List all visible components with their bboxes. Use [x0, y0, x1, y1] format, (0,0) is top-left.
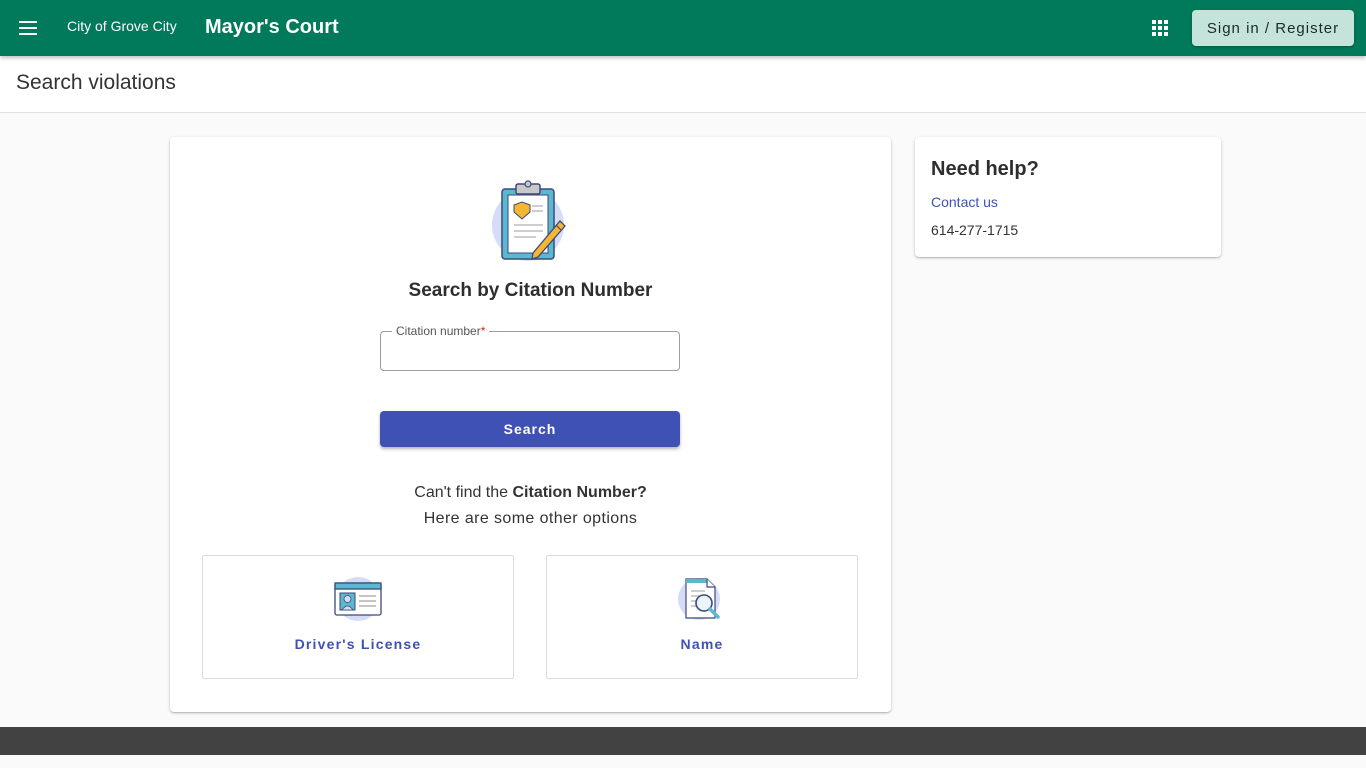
- citation-number-field: Citation number*: [380, 323, 680, 371]
- help-phone-number: 614-277-1715: [931, 222, 1019, 238]
- hamburger-menu-icon[interactable]: [16, 16, 40, 40]
- help-card: Need help? Contact us 614-277-1715: [915, 137, 1221, 257]
- sign-in-register-button[interactable]: Sign in / Register: [1192, 10, 1354, 46]
- help-title: Need help?: [931, 158, 1039, 180]
- search-heading: Search by Citation Number: [408, 280, 653, 301]
- id-card-icon: [334, 577, 382, 621]
- apps-grid-icon[interactable]: [1150, 18, 1170, 38]
- page-header: Search violations: [0, 56, 1366, 113]
- app-title[interactable]: Mayor's Court: [205, 16, 339, 39]
- option-name[interactable]: Name: [546, 555, 858, 679]
- citation-number-label: Citation number*: [392, 323, 490, 339]
- option-name-label: Name: [680, 636, 724, 652]
- alternatives-subtitle: Here are some other options: [423, 510, 638, 527]
- org-name[interactable]: City of Grove City: [67, 18, 177, 34]
- alternatives-prompt: Can't find the Citation Number?: [414, 484, 647, 501]
- page-title: Search violations: [16, 71, 176, 94]
- document-search-icon: [678, 578, 720, 620]
- option-drivers-license[interactable]: Driver's License: [202, 555, 514, 679]
- clipboard-pencil-icon: [492, 180, 566, 261]
- contact-us-link[interactable]: Contact us: [931, 194, 998, 210]
- required-asterisk: *: [480, 324, 486, 338]
- footer: [0, 727, 1366, 755]
- top-app-bar: City of Grove City Mayor's Court Sign in…: [0, 0, 1366, 56]
- option-drivers-license-label: Driver's License: [294, 636, 422, 652]
- search-button[interactable]: Search: [380, 411, 680, 447]
- citation-search-card: Search by Citation Number Citation numbe…: [170, 137, 891, 712]
